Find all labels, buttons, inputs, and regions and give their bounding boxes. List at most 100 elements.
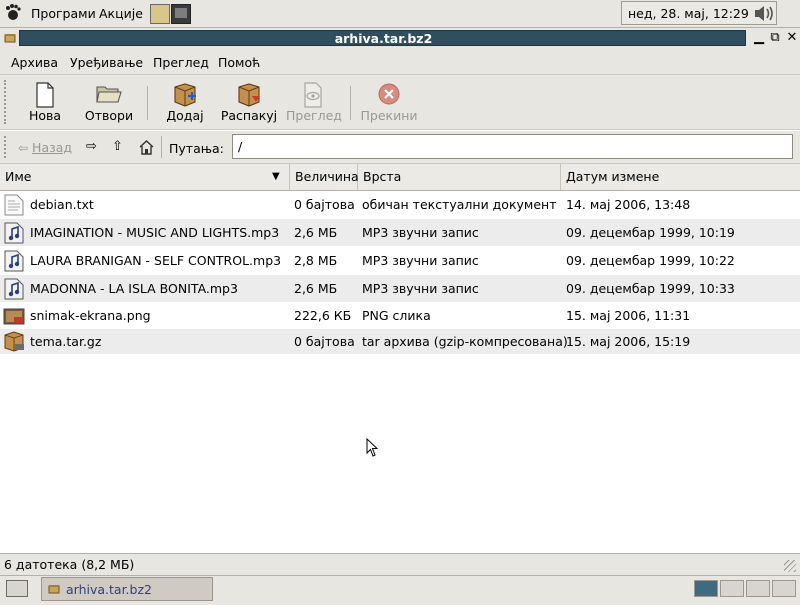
- file-size: 0 бајтова: [294, 334, 355, 349]
- column-header-date[interactable]: Датум измене: [561, 164, 800, 190]
- back-button[interactable]: ⇦ Назад: [18, 140, 76, 156]
- column-date-label: Датум измене: [566, 169, 660, 184]
- sort-descending-icon: ▼: [272, 171, 280, 182]
- file-type: MP3 звучни запис: [362, 225, 479, 240]
- column-header-type[interactable]: Врста: [358, 164, 561, 190]
- workspace-1[interactable]: [694, 580, 718, 597]
- workspace-2[interactable]: [720, 580, 744, 597]
- file-type: tar архива (gzip-компресована): [362, 334, 568, 349]
- close-button[interactable]: ✕: [784, 30, 800, 46]
- path-label: Путања:: [169, 141, 224, 156]
- path-input[interactable]: /: [232, 134, 793, 159]
- extract-button[interactable]: Распакуј: [220, 80, 278, 126]
- menu-help[interactable]: Помоћ: [218, 55, 260, 70]
- add-to-archive-icon: [174, 83, 196, 107]
- table-row[interactable]: LAURA BRANIGAN - SELF CONTROL.mp3 2,8 МБ…: [0, 247, 800, 274]
- file-date: 09. децембар 1999, 10:19: [566, 225, 735, 240]
- location-separator: [161, 136, 162, 158]
- workspace-3[interactable]: [746, 580, 770, 597]
- volume-icon[interactable]: [752, 3, 776, 24]
- audio-file-icon: [4, 250, 24, 272]
- stop-icon: [378, 83, 400, 105]
- table-row[interactable]: MADONNA - LA ISLA BONITA.mp3 2,6 МБ MP3 …: [0, 275, 800, 302]
- home-icon[interactable]: [138, 139, 155, 156]
- title-strip[interactable]: arhiva.tar.bz2: [19, 30, 746, 46]
- applications-menu[interactable]: Програми: [31, 6, 96, 21]
- maximize-button[interactable]: ⧉: [767, 30, 783, 46]
- column-size-label: Величина: [295, 169, 359, 184]
- toolbar-separator: [147, 86, 148, 120]
- new-document-icon: [36, 82, 54, 108]
- archive-file-icon: [4, 331, 24, 352]
- actions-menu[interactable]: Акције: [99, 6, 143, 21]
- view-button-label: Преглед: [286, 108, 342, 123]
- file-name: snimak-ekrana.png: [30, 308, 151, 323]
- file-date: 15. мај 2006, 15:19: [566, 334, 691, 349]
- menu-view[interactable]: Преглед: [153, 55, 209, 70]
- text-file-icon: [4, 194, 24, 216]
- table-row[interactable]: tema.tar.gz 0 бајтова tar архива (gzip-к…: [0, 329, 800, 354]
- file-size: 2,8 МБ: [294, 253, 338, 268]
- taskbar-button[interactable]: arhiva.tar.bz2: [41, 577, 213, 601]
- file-size: 2,6 МБ: [294, 281, 338, 296]
- column-header-name[interactable]: Име ▼: [0, 164, 290, 190]
- add-button-label: Додај: [166, 108, 204, 123]
- window-title: arhiva.tar.bz2: [334, 31, 433, 46]
- location-grip[interactable]: [4, 136, 10, 158]
- menu-archive[interactable]: Архива: [11, 55, 58, 70]
- back-arrow-icon: ⇦: [18, 141, 29, 155]
- file-type: обичан текстуални документ: [362, 197, 557, 212]
- resize-grip[interactable]: [784, 560, 796, 572]
- extract-button-label: Распакуј: [220, 108, 278, 123]
- menu-edit[interactable]: Уређивање: [70, 55, 143, 70]
- file-size: 222,6 КБ: [294, 308, 352, 323]
- window-menu-icon[interactable]: [3, 31, 17, 45]
- gnome-foot-icon[interactable]: [3, 3, 23, 23]
- column-type-label: Врста: [363, 169, 402, 184]
- new-button-label: Нова: [28, 108, 62, 123]
- up-arrow-icon: ⇧: [112, 139, 123, 154]
- table-row[interactable]: snimak-ekrana.png 222,6 КБ PNG слика 15.…: [0, 303, 800, 328]
- toolbar-separator: [350, 86, 351, 120]
- text-editor-launcher-icon[interactable]: [150, 4, 170, 24]
- taskbar-button-label: arhiva.tar.bz2: [66, 582, 152, 597]
- top-panel: Програми Акције нед, 28. мај, 12:29: [0, 0, 800, 28]
- column-header-size[interactable]: Величина: [290, 164, 359, 190]
- image-file-icon: [3, 308, 25, 325]
- new-button[interactable]: Нова: [20, 80, 70, 126]
- open-button[interactable]: Отвори: [82, 80, 136, 126]
- file-size: 0 бајтова: [294, 197, 355, 212]
- file-type: MP3 звучни запис: [362, 281, 479, 296]
- file-name: MADONNA - LA ISLA BONITA.mp3: [30, 281, 238, 296]
- audio-file-icon: [4, 278, 24, 300]
- back-button-label: Назад: [32, 140, 73, 155]
- file-list[interactable]: debian.txt 0 бајтова обичан текстуални д…: [0, 191, 800, 553]
- toolbar-grip[interactable]: [4, 80, 10, 124]
- file-name: tema.tar.gz: [30, 334, 102, 349]
- file-type: MP3 звучни запис: [362, 253, 479, 268]
- view-file-icon: [304, 82, 322, 108]
- forward-button[interactable]: ⇨: [86, 139, 102, 156]
- forward-arrow-icon: ⇨: [86, 139, 97, 154]
- file-name: IMAGINATION - MUSIC AND LIGHTS.mp3: [30, 225, 280, 240]
- show-desktop-icon[interactable]: [6, 580, 28, 597]
- minimize-button[interactable]: ▁: [751, 30, 767, 46]
- mouse-pointer-icon: [366, 438, 379, 457]
- open-button-label: Отвори: [84, 108, 134, 123]
- up-button[interactable]: ⇧: [112, 139, 128, 156]
- file-size: 2,6 МБ: [294, 225, 338, 240]
- workspace-4[interactable]: [772, 580, 796, 597]
- extract-archive-icon: [238, 83, 260, 107]
- add-button[interactable]: Додај: [160, 80, 210, 126]
- stop-button[interactable]: Прекини: [360, 80, 418, 126]
- column-name-label: Име: [5, 169, 32, 184]
- table-row[interactable]: debian.txt 0 бајтова обичан текстуални д…: [0, 191, 800, 218]
- terminal-launcher-icon[interactable]: [171, 4, 191, 24]
- clock-text: нед, 28. мај, 12:29: [628, 6, 749, 21]
- archive-manager-icon: [48, 585, 60, 594]
- file-date: 09. децембар 1999, 10:33: [566, 281, 735, 296]
- view-button[interactable]: Преглед: [286, 80, 342, 126]
- table-row[interactable]: IMAGINATION - MUSIC AND LIGHTS.mp3 2,6 М…: [0, 219, 800, 246]
- status-bar: 6 датотека (8,2 МБ): [0, 553, 800, 575]
- file-date: 14. мај 2006, 13:48: [566, 197, 691, 212]
